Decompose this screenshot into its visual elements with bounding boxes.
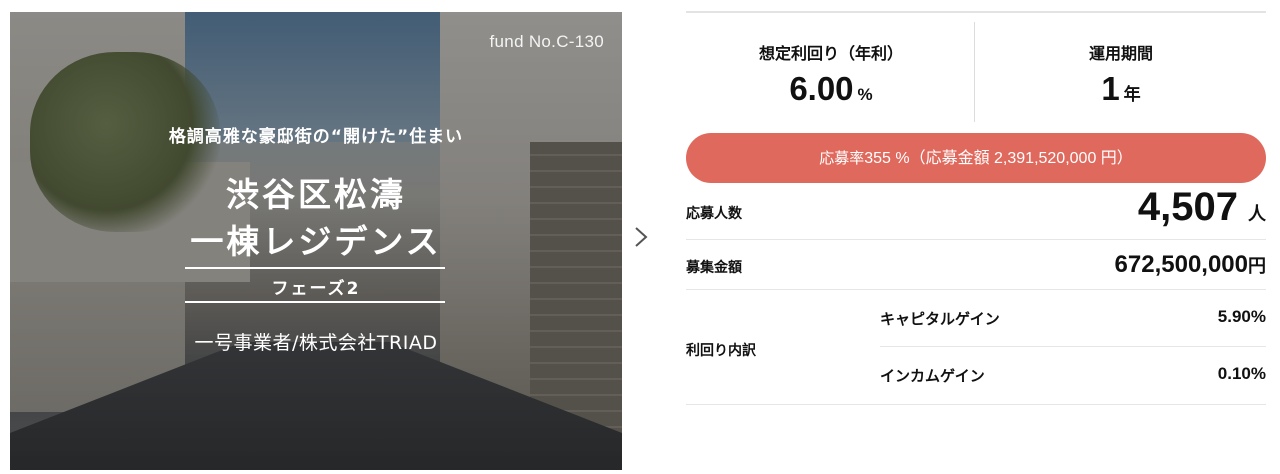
application-amount-detail: （応募金額 2,391,520,000 円） [909, 150, 1133, 167]
fund-number: fund No.C-130 [489, 32, 604, 51]
yield-breakdown-row: 利回り内訳 キャピタルゲイン 5.90% インカムゲイン 0.10% [686, 290, 1266, 405]
hero-divider-top [185, 267, 445, 269]
application-rate-badge: 応募率355 %（応募金額 2,391,520,000 円） [686, 133, 1266, 183]
hero-title-line1: 渋谷区松濤 [226, 175, 406, 214]
applicants-label: 応募人数 [686, 206, 742, 222]
expected-yield-unit: % [857, 85, 873, 104]
applicants-value-wrap: 4,507 人 [1138, 185, 1266, 230]
hero-tagline: 格調高雅な豪邸街の“開けた”住まい [168, 127, 464, 147]
raise-amount-value-wrap: 672,500,000円 [1115, 251, 1266, 279]
applicants-value: 4,507 [1137, 185, 1238, 229]
expected-yield-value: 6.00 [789, 70, 854, 107]
expected-yield-stat: 想定利回り（年利） 6.00% [686, 40, 976, 108]
yield-breakdown-label: 利回り内訳 [686, 343, 756, 359]
application-rate-prefix: 応募率 [819, 149, 865, 167]
applicants-row: 応募人数 4,507 人 [686, 183, 1266, 240]
period-stat: 運用期間 1年 [976, 40, 1266, 108]
period-value: 1 [1101, 70, 1120, 107]
hero-divider-bottom [185, 301, 445, 303]
raise-amount-row: 募集金額 672,500,000円 [686, 240, 1266, 290]
capital-gain-row: キャピタルゲイン 5.90% [880, 290, 1266, 347]
capital-gain-label: キャピタルゲイン [880, 310, 1000, 328]
hero-operator: 一号事業者/株式会社TRIAD [194, 332, 438, 354]
raise-amount-label: 募集金額 [686, 260, 742, 276]
income-gain-label: インカムゲイン [880, 367, 985, 385]
period-unit: 年 [1123, 85, 1141, 104]
applicants-unit: 人 [1248, 204, 1266, 224]
raise-amount-value: 672,500,000 [1114, 251, 1248, 278]
period-value-wrap: 1年 [976, 70, 1266, 108]
hero-phase: フェーズ2 [271, 279, 361, 299]
expected-yield-value-wrap: 6.00% [686, 70, 976, 108]
expected-yield-label: 想定利回り（年利） [758, 44, 903, 63]
raise-amount-unit: 円 [1248, 256, 1266, 276]
stat-divider [974, 22, 975, 122]
fund-hero-card[interactable]: fund No.C-130 格調高雅な豪邸街の“開けた”住まい 渋谷区松濤 一棟… [10, 12, 622, 470]
application-rate-value: 355 % [864, 150, 910, 167]
income-gain-value: 0.10% [1217, 364, 1266, 383]
panel-top-divider [686, 11, 1266, 13]
chevron-right-icon[interactable] [630, 222, 652, 252]
capital-gain-value: 5.90% [1217, 307, 1266, 326]
income-gain-row: インカムゲイン 0.10% [880, 347, 1266, 404]
period-label: 運用期間 [1088, 44, 1153, 63]
hero-title-line2: 一棟レジデンス [190, 222, 442, 261]
